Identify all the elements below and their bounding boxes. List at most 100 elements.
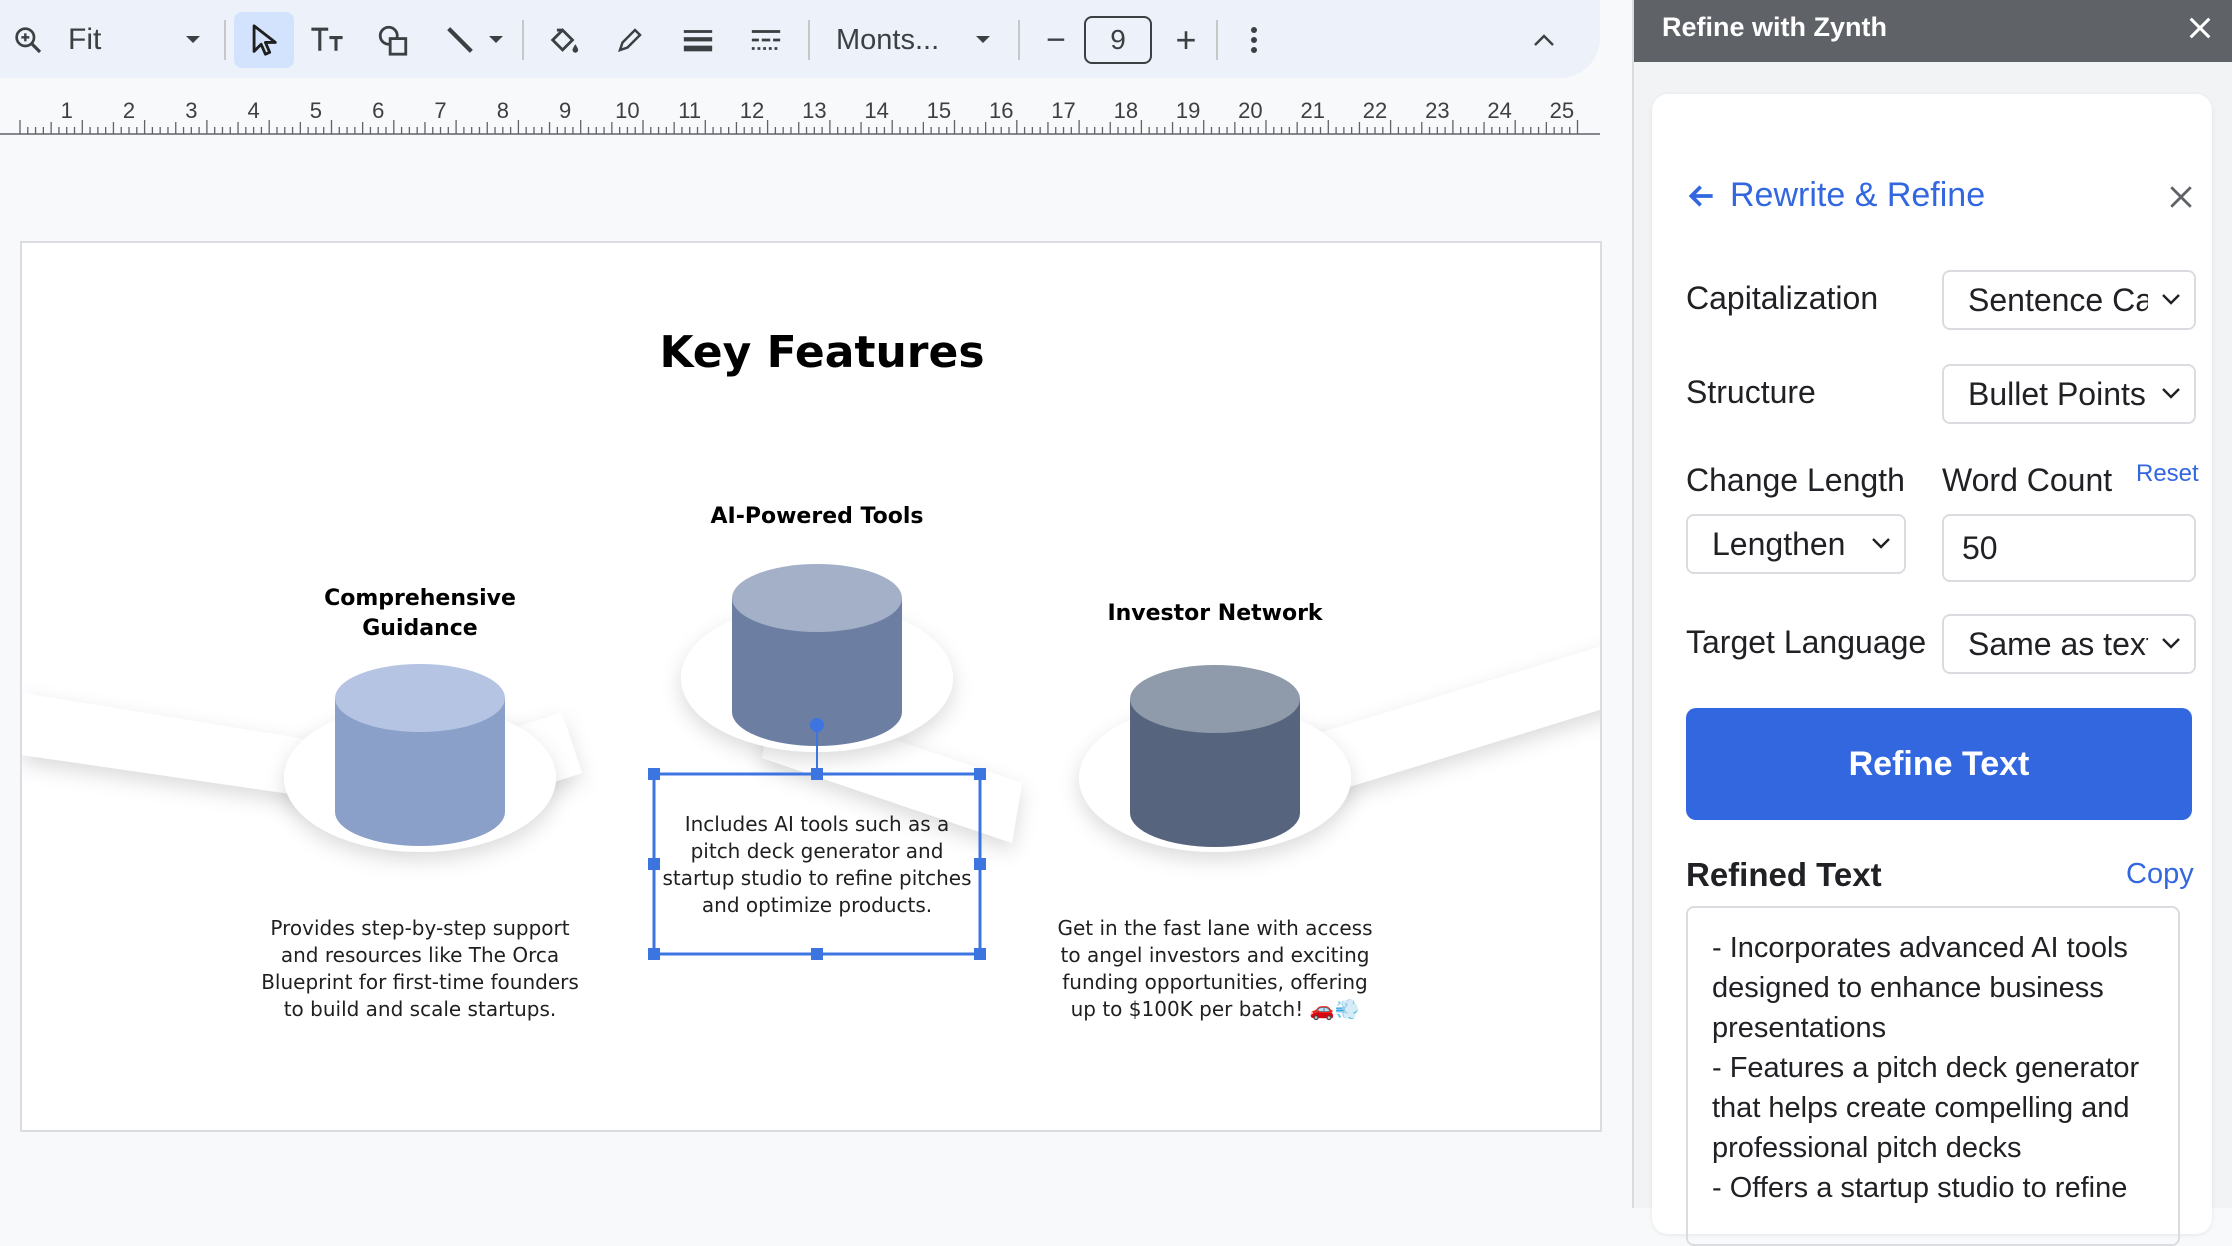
border-color-button[interactable]: [606, 12, 654, 68]
shape-icon: [378, 25, 408, 56]
back-arrow-icon[interactable]: [1686, 180, 1718, 212]
change-length-label: Change Length: [1686, 462, 1905, 498]
border-dash-button[interactable]: [742, 12, 790, 68]
ruler-label: 19: [1176, 98, 1200, 123]
reset-link[interactable]: Reset: [2136, 460, 2199, 488]
ruler-label: 10: [615, 98, 639, 123]
change-length-value: Lengthen: [1712, 525, 1846, 562]
feature-title: Investor Network: [1107, 601, 1323, 626]
ruler-ticks: 1 2 3 4 5 6 7 8 9 10 11 12 13 14 15 16 17 18 19 20 21 22 23 24 2…: [0, 98, 1600, 135]
ruler-label: 14: [864, 98, 888, 123]
decrease-font-size-button[interactable]: −: [1036, 12, 1076, 68]
text-box-button[interactable]: [302, 12, 352, 68]
refine-text-button[interactable]: Refine Text: [1686, 708, 2192, 820]
chevron-down-icon: [1872, 538, 1890, 549]
target-language-label: Target Language: [1686, 624, 1927, 660]
ruler-label: 8: [497, 98, 509, 123]
ruler-label: 12: [740, 98, 764, 123]
feature-title: Comprehensive Guidance: [324, 586, 516, 641]
panel-title: Refine with Zynth: [1662, 12, 1887, 42]
font-select[interactable]: Monts...: [830, 12, 998, 68]
structure-value: Bullet Points: [1968, 375, 2146, 412]
feature-description-selected[interactable]: Includes AI tools such as a pitch deck g…: [658, 811, 976, 919]
border-dash-icon: [751, 30, 781, 50]
target-language-select[interactable]: Same as text: [1942, 614, 2196, 674]
chevron-down-icon: [2162, 638, 2180, 649]
ruler-label: 16: [989, 98, 1013, 123]
increase-font-size-button[interactable]: +: [1166, 12, 1206, 68]
ruler-label: 17: [1051, 98, 1075, 123]
ruler-label: 13: [802, 98, 826, 123]
ruler-label: 9: [559, 98, 571, 123]
editor-toolbar: Fit Monts... − 9 +: [0, 0, 1600, 78]
zoom-select[interactable]: Fit: [60, 12, 210, 68]
ruler-label: 7: [434, 98, 446, 123]
more-vert-icon: [1251, 27, 1257, 53]
more-options-button[interactable]: [1232, 12, 1276, 68]
word-count-input[interactable]: 50: [1942, 514, 2196, 582]
ruler-label: 3: [185, 98, 197, 123]
copy-link[interactable]: Copy: [2126, 858, 2194, 891]
ruler-label: 6: [372, 98, 384, 123]
zynth-side-panel: Refine with Zynth Rewrite & Refine Capit…: [1632, 0, 2232, 1246]
capitalization-select[interactable]: Sentence Case: [1942, 270, 2196, 330]
close-icon[interactable]: [2186, 14, 2214, 42]
font-size-input[interactable]: 9: [1084, 16, 1152, 64]
ruler-label: 4: [248, 98, 260, 123]
target-language-value: Same as text: [1968, 625, 2148, 662]
chevron-down-icon: [2162, 294, 2180, 305]
ruler-label: 18: [1114, 98, 1138, 123]
ruler-label: 15: [927, 98, 951, 123]
chevron-down-icon: [489, 36, 503, 43]
horizontal-ruler: 1 2 3 4 5 6 7 8 9 10 11 12 13 14 15 16 17 18 19 20 21 22 23 24 2…: [0, 96, 1600, 136]
structure-select[interactable]: Bullet Points: [1942, 364, 2196, 424]
shape-button[interactable]: [368, 12, 418, 68]
ruler-label: 21: [1300, 98, 1324, 123]
capitalization-label: Capitalization: [1686, 280, 1879, 316]
cylinder-comprehensive-guidance: [335, 664, 505, 846]
panel-header: Refine with Zynth: [1634, 0, 2232, 62]
collapse-toolbar-button[interactable]: [1520, 12, 1568, 68]
line-icon: [447, 27, 473, 53]
fill-color-button[interactable]: [540, 12, 588, 68]
refined-text-title: Refined Text: [1686, 856, 1882, 893]
ruler-label: 24: [1487, 98, 1511, 123]
slide-canvas[interactable]: Key Features Comprehensive Guidance AI-P…: [20, 241, 1602, 1132]
text-box-icon: [311, 27, 343, 51]
change-length-select[interactable]: Lengthen: [1686, 514, 1906, 574]
pencil-icon: [618, 28, 642, 52]
zoom-icon[interactable]: [6, 12, 50, 68]
ruler-label: 11: [678, 98, 701, 123]
border-weight-icon: [683, 30, 713, 52]
line-tool-button[interactable]: [434, 12, 514, 68]
chevron-down-icon: [186, 36, 200, 43]
slide-title: Key Features: [659, 327, 985, 378]
font-label: Monts...: [836, 23, 940, 56]
word-count-label: Word Count: [1942, 462, 2113, 498]
paint-bucket-icon: [550, 28, 579, 53]
ruler-label: 22: [1363, 98, 1387, 123]
border-weight-button[interactable]: [674, 12, 722, 68]
feature-title: AI-Powered Tools: [710, 504, 924, 529]
feature-description: Get in the fast lane with access to ange…: [1057, 916, 1373, 1021]
refine-card: Rewrite & Refine Capitalization Sentence…: [1652, 94, 2212, 1246]
refined-text-box[interactable]: - Incorporates advanced AI tools designe…: [1686, 906, 2180, 1246]
capitalization-value: Sentence Case: [1968, 281, 2148, 318]
zoom-label: Fit: [68, 23, 102, 56]
ruler-label: 25: [1550, 98, 1574, 123]
cylinder-investor-network: [1130, 665, 1300, 847]
ruler-label: 2: [123, 98, 135, 123]
chevron-down-icon: [2162, 388, 2180, 399]
chevron-down-icon: [976, 36, 990, 43]
ruler-label: 23: [1425, 98, 1449, 123]
structure-label: Structure: [1686, 374, 1816, 410]
ruler-label: 5: [310, 98, 322, 123]
ruler-label: 1: [61, 98, 73, 123]
select-tool-button[interactable]: [234, 12, 294, 68]
close-icon[interactable]: [2168, 184, 2194, 210]
section-title: Rewrite & Refine: [1730, 176, 1986, 214]
feature-description: Provides step-by-step support and resour…: [261, 916, 579, 1021]
chevron-up-icon: [1534, 34, 1554, 46]
ruler-label: 20: [1238, 98, 1262, 123]
cursor-icon: [252, 24, 277, 56]
